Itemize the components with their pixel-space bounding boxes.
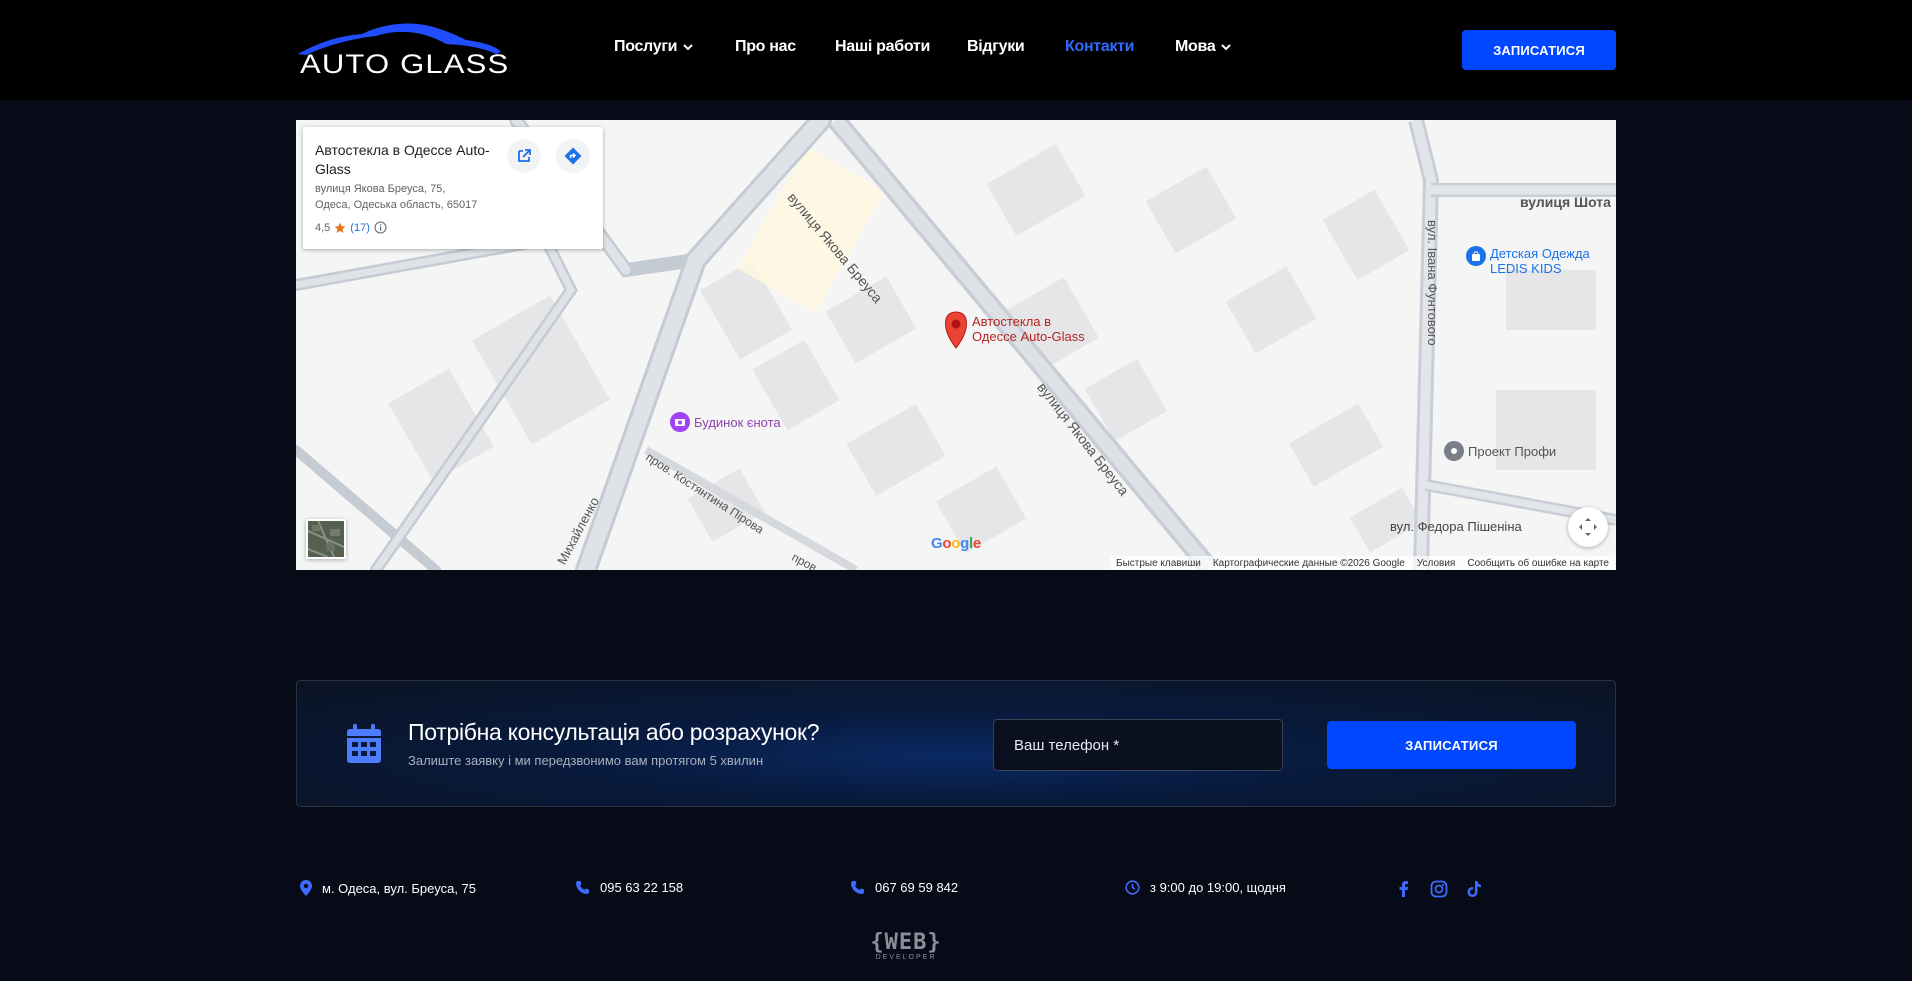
info-icon[interactable] <box>374 221 387 234</box>
nav-label: Наші работи <box>835 38 930 55</box>
nav-label: Послуги <box>614 38 678 55</box>
phone-icon <box>576 881 589 894</box>
nav-item-contacts[interactable]: Контакти <box>1065 38 1135 56</box>
pin-label[interactable]: Автостекла в Одессе Auto-Glass <box>972 314 1085 344</box>
poi-label: Проект Профи <box>1468 443 1557 459</box>
phone-text: 067 69 59 842 <box>875 880 959 895</box>
street-label-funtovoho: вул. Івана Фунтового <box>1425 220 1440 346</box>
calendar-icon <box>347 724 381 763</box>
star-icon <box>334 222 346 233</box>
nav-label: Мова <box>1175 38 1216 55</box>
web-developer-logo[interactable]: {WEB} DEVELOPER <box>858 932 954 964</box>
map-camera-control[interactable] <box>1568 507 1608 547</box>
shopping-bag-icon <box>1466 246 1486 266</box>
dev-logo-mark: {WEB} <box>870 930 942 955</box>
tiktok-icon[interactable] <box>1466 880 1482 898</box>
move-arrows-icon <box>1579 518 1597 536</box>
pin-label-line: Автостекла в <box>972 314 1052 329</box>
clock-icon <box>1125 880 1140 895</box>
footer-phone-2[interactable]: 067 69 59 842 <box>850 880 958 895</box>
open-in-new-icon[interactable] <box>507 139 541 173</box>
consultation-banner: Потрібна консультація або розрахунок? За… <box>296 680 1616 807</box>
poi-pin-icon <box>1444 441 1464 461</box>
poi-enot[interactable]: Будинок єнота <box>670 412 781 432</box>
consultation-subtitle: Залиште заявку і ми передзвонимо вам про… <box>408 753 764 768</box>
satellite-layer-toggle[interactable] <box>306 519 346 559</box>
nav-item-works[interactable]: Наші работи <box>835 38 930 56</box>
directions-icon[interactable] <box>556 139 590 173</box>
phone-input[interactable] <box>993 719 1283 771</box>
phone-icon <box>851 881 864 894</box>
footer-address[interactable]: м. Одеса, вул. Бреуса, 75 <box>300 880 476 896</box>
site-header: AUTO GLASS Послуги Про нас Наші работи В… <box>0 0 1912 100</box>
footer-phone-1[interactable]: 095 63 22 158 <box>575 880 683 895</box>
social-links <box>1396 880 1482 898</box>
street-label-pishenyna: вул. Федора Пішеніна <box>1390 519 1522 534</box>
hours-text: з 9:00 до 19:00, щодня <box>1150 880 1286 895</box>
phone-text: 095 63 22 158 <box>600 880 684 895</box>
place-address: вулиця Якова Бреуса, 75, Одеса, Одеська … <box>315 181 515 213</box>
map-data-attribution: Картографические данные ©2026 Google <box>1212 557 1405 569</box>
footer-contacts: м. Одеса, вул. Бреуса, 75 095 63 22 158 … <box>296 880 1616 900</box>
auto-glass-logo[interactable]: AUTO GLASS <box>296 22 508 79</box>
nav-item-services[interactable]: Послуги <box>614 38 693 56</box>
consultation-signup-button[interactable]: ЗАПИСАТИСЯ <box>1327 721 1576 769</box>
terms-link[interactable]: Условия <box>1417 558 1456 569</box>
google-map[interactable]: Автостекла в Одессе Auto-Glass вулиця Як… <box>296 120 1616 570</box>
map-attribution: Быстрые клавиши Картографические данные … <box>1110 556 1615 570</box>
google-logo: Google <box>931 535 981 552</box>
address-text: м. Одеса, вул. Бреуса, 75 <box>322 880 477 896</box>
nav-label: Про нас <box>735 38 796 55</box>
facebook-icon[interactable] <box>1396 880 1412 898</box>
pin-label-line: Одессе Auto-Glass <box>972 329 1085 344</box>
poi-ledis-kids[interactable]: Детская Одежда LEDIS KIDS <box>1466 246 1590 276</box>
place-rating: 4,5 (17) <box>315 221 387 234</box>
nav-item-reviews[interactable]: Відгуки <box>967 38 1025 56</box>
address-line: Одеса, Одеська область, 65017 <box>315 199 478 211</box>
poi-label: LEDIS KIDS <box>1490 261 1562 276</box>
header-signup-button[interactable]: ЗАПИСАТИСЯ <box>1462 30 1616 70</box>
chevron-down-icon <box>1221 44 1232 51</box>
logo-text: AUTO GLASS <box>300 49 510 79</box>
report-error-link[interactable]: Сообщить об ошибке на карте <box>1467 558 1609 569</box>
consultation-title: Потрібна консультація або розрахунок? <box>408 719 820 745</box>
poi-proekt-profi[interactable]: Проект Профи <box>1444 441 1556 461</box>
nav-label: Контакти <box>1065 38 1135 55</box>
footer-hours: з 9:00 до 19:00, щодня <box>1125 880 1286 895</box>
poi-label: Детская Одежда <box>1490 246 1590 261</box>
place-info-card: Автостекла в Одессе Auto-Glass вулиця Як… <box>303 127 603 249</box>
place-title[interactable]: Автостекла в Одессе Auto-Glass <box>315 141 495 179</box>
dev-logo-caption: DEVELOPER <box>875 954 937 961</box>
street-label-shota: вулиця Шота <box>1520 194 1611 210</box>
instagram-icon[interactable] <box>1430 880 1448 898</box>
address-line: вулиця Якова Бреуса, 75, <box>315 183 446 195</box>
nav-item-about[interactable]: Про нас <box>735 38 796 56</box>
location-pin-icon <box>300 880 312 896</box>
review-count-link[interactable]: (17) <box>350 222 370 234</box>
chevron-down-icon <box>683 44 693 51</box>
satellite-thumbnail-icon <box>308 521 344 557</box>
rating-value: 4,5 <box>315 221 331 234</box>
poi-label: Будинок єнота <box>694 414 781 430</box>
keyboard-shortcuts-link[interactable]: Быстрые клавиши <box>1116 558 1201 569</box>
nav-item-language[interactable]: Мова <box>1175 38 1232 56</box>
nav-label: Відгуки <box>967 38 1025 55</box>
poi-camera-icon <box>670 412 690 432</box>
